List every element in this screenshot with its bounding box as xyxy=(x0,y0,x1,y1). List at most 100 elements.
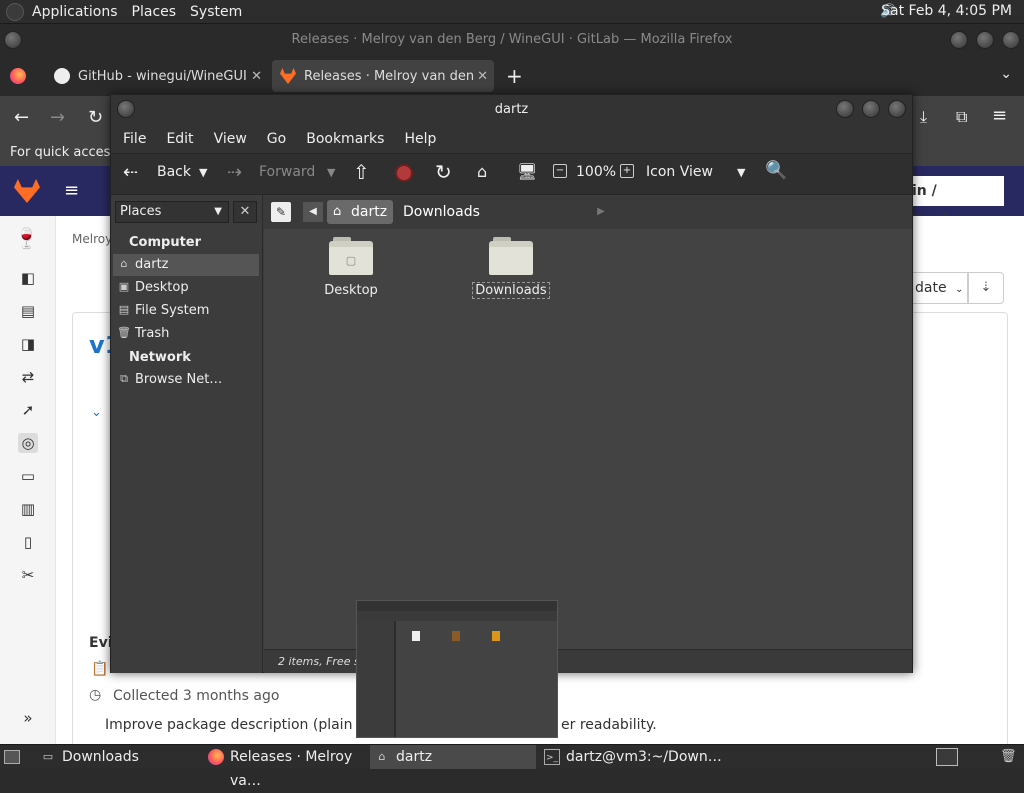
minimize-button[interactable] xyxy=(836,100,854,118)
menu-file[interactable]: File xyxy=(123,131,146,147)
sign-in-register-button[interactable]: in / Register xyxy=(900,176,1004,229)
maximize-button[interactable] xyxy=(862,100,880,118)
analytics-icon[interactable]: ▥ xyxy=(18,499,38,519)
evidence-heading: Evi xyxy=(89,635,113,651)
close-button[interactable] xyxy=(888,100,906,118)
file-item-downloads[interactable]: Downloads xyxy=(466,237,556,299)
forward-arrow-icon[interactable]: → xyxy=(50,107,65,128)
system-menu[interactable]: System xyxy=(190,4,242,20)
home-icon[interactable]: ⌂ xyxy=(477,162,487,181)
gnome-foot-icon[interactable] xyxy=(6,2,24,21)
close-tab-icon[interactable]: ✕ xyxy=(477,69,488,84)
back-history-dropdown-icon[interactable]: ▼ xyxy=(199,166,207,179)
places-combo[interactable]: Places ▼ xyxy=(115,201,229,223)
forward-history-dropdown-icon[interactable]: ▼ xyxy=(327,166,335,179)
thumbnail-archive-icon xyxy=(452,631,460,641)
thumbnail-toolbar xyxy=(357,611,557,621)
clipboard-icon[interactable]: 📋 xyxy=(91,661,108,677)
menu-go[interactable]: Go xyxy=(267,131,286,147)
taskbar-item-label: dartz@vm3:~/Down… xyxy=(566,749,722,765)
monitor-icon[interactable]: ▭ xyxy=(18,466,38,486)
download-icon[interactable]: ⤓ xyxy=(920,107,927,127)
taskbar-item-dartz[interactable]: ⌂ dartz xyxy=(370,745,536,769)
repository-icon[interactable]: ▤ xyxy=(18,301,38,321)
sort-dropdown[interactable]: date ⌄ xyxy=(906,272,968,304)
menu-bookmarks[interactable]: Bookmarks xyxy=(306,131,384,147)
tab-github[interactable]: GitHub - winegui/WineGUI: ✕ xyxy=(46,60,268,92)
forward-arrow-icon[interactable]: ⇢ xyxy=(227,162,242,183)
file-label: Desktop xyxy=(324,283,378,298)
minimize-button[interactable] xyxy=(950,31,968,49)
reload-icon[interactable]: ↻ xyxy=(88,107,103,128)
sidebar-item-desktop[interactable]: ▣ Desktop xyxy=(113,277,259,299)
hamburger-menu-icon[interactable]: ≡ xyxy=(992,105,1007,126)
firefox-menu-icon[interactable] xyxy=(10,68,26,84)
expand-chevron-icon[interactable]: ⌄ xyxy=(91,405,102,420)
file-item-desktop[interactable]: ▢ Desktop xyxy=(306,237,396,298)
path-button-downloads[interactable]: Downloads xyxy=(397,200,483,224)
up-arrow-icon[interactable]: ⇧ xyxy=(353,160,370,184)
taskbar-item-downloads[interactable]: ▭ Downloads xyxy=(36,745,196,769)
show-desktop-icon[interactable] xyxy=(4,750,20,764)
back-arrow-icon[interactable]: ⇠ xyxy=(123,162,138,183)
menu-view[interactable]: View xyxy=(214,131,247,147)
back-arrow-icon[interactable]: ← xyxy=(14,107,29,128)
close-sidebar-icon[interactable]: ✕ xyxy=(233,201,257,223)
edit-location-icon[interactable]: ✎ xyxy=(271,202,291,222)
path-scroll-right-icon[interactable]: ▶ xyxy=(591,202,611,222)
taskbar-item-terminal[interactable]: >_ dartz@vm3:~/Down… xyxy=(540,745,730,769)
applications-menu[interactable]: Applications xyxy=(32,4,118,20)
panel-clock[interactable]: Sat Feb 4, 4:05 PM xyxy=(881,3,1012,19)
gitlab-menu-icon[interactable]: ≡ xyxy=(64,180,79,201)
places-menu[interactable]: Places xyxy=(132,4,177,20)
wiki-icon[interactable]: ▯ xyxy=(18,532,38,552)
reload-icon[interactable]: ↻ xyxy=(435,160,452,184)
zoom-out-icon[interactable]: − xyxy=(553,164,567,178)
trash-applet-icon[interactable]: 🗑 xyxy=(1000,749,1017,765)
workspace-switcher[interactable] xyxy=(936,748,958,766)
window-menu-button[interactable] xyxy=(117,100,135,118)
extensions-icon[interactable]: ⧉ xyxy=(956,107,967,127)
chevron-down-icon: ▼ xyxy=(214,206,222,217)
breadcrumb[interactable]: Melroy xyxy=(72,232,112,246)
project-overview-icon[interactable]: ◧ xyxy=(18,268,38,288)
close-button[interactable] xyxy=(1002,31,1020,49)
snippets-icon[interactable]: ✂ xyxy=(18,565,38,585)
menu-help[interactable]: Help xyxy=(404,131,436,147)
search-icon[interactable]: 🔍 xyxy=(765,160,787,181)
tab-releases[interactable]: Releases · Melroy van den Be ✕ xyxy=(272,60,494,92)
stop-icon[interactable] xyxy=(395,164,413,182)
path-scroll-left-icon[interactable]: ◀ xyxy=(303,202,323,222)
zoom-in-icon[interactable]: + xyxy=(620,164,634,178)
desktop-folder-icon: ▢ xyxy=(329,237,373,275)
back-button[interactable]: Back xyxy=(157,164,191,180)
cicd-rocket-icon[interactable]: ➚ xyxy=(18,400,38,420)
window-thumbnail-preview[interactable] xyxy=(356,600,558,738)
issues-icon[interactable]: ◨ xyxy=(18,334,38,354)
list-all-tabs-icon[interactable]: ⌄ xyxy=(1000,66,1012,82)
project-avatar[interactable]: 🍷 xyxy=(14,226,39,250)
sidebar-item-browse-network[interactable]: ⧉ Browse Net… xyxy=(113,369,259,391)
close-tab-icon[interactable]: ✕ xyxy=(251,69,262,84)
sidebar-item-file-system[interactable]: ▤ File System xyxy=(113,300,259,322)
window-menu-button[interactable] xyxy=(4,31,22,49)
taskbar-item-firefox[interactable]: Releases · Melroy va… xyxy=(204,745,364,789)
view-mode-select[interactable]: Icon View xyxy=(646,164,713,180)
sidebar-item-label: File System xyxy=(135,303,210,318)
gitlab-logo-icon[interactable] xyxy=(14,179,40,203)
computer-icon[interactable]: 🖥 xyxy=(517,162,537,181)
merge-requests-icon[interactable]: ⇄ xyxy=(18,367,38,387)
path-button-dartz[interactable]: ⌂ dartz xyxy=(327,200,393,224)
maximize-button[interactable] xyxy=(976,31,994,49)
forward-button[interactable]: Forward xyxy=(259,164,315,180)
view-mode-dropdown-icon[interactable]: ▼ xyxy=(737,166,745,179)
sidebar-item-dartz[interactable]: ⌂ dartz xyxy=(113,254,259,276)
expand-sidebar-icon[interactable]: » xyxy=(18,708,38,728)
sort-direction-button[interactable]: ⇣ xyxy=(968,272,1004,304)
github-icon xyxy=(54,68,70,84)
network-icon: ⧉ xyxy=(120,372,128,385)
deployments-icon[interactable]: ◎ xyxy=(18,433,38,453)
new-tab-icon[interactable]: + xyxy=(506,64,523,88)
menu-edit[interactable]: Edit xyxy=(166,131,193,147)
sidebar-item-trash[interactable]: 🗑 Trash xyxy=(113,323,259,345)
